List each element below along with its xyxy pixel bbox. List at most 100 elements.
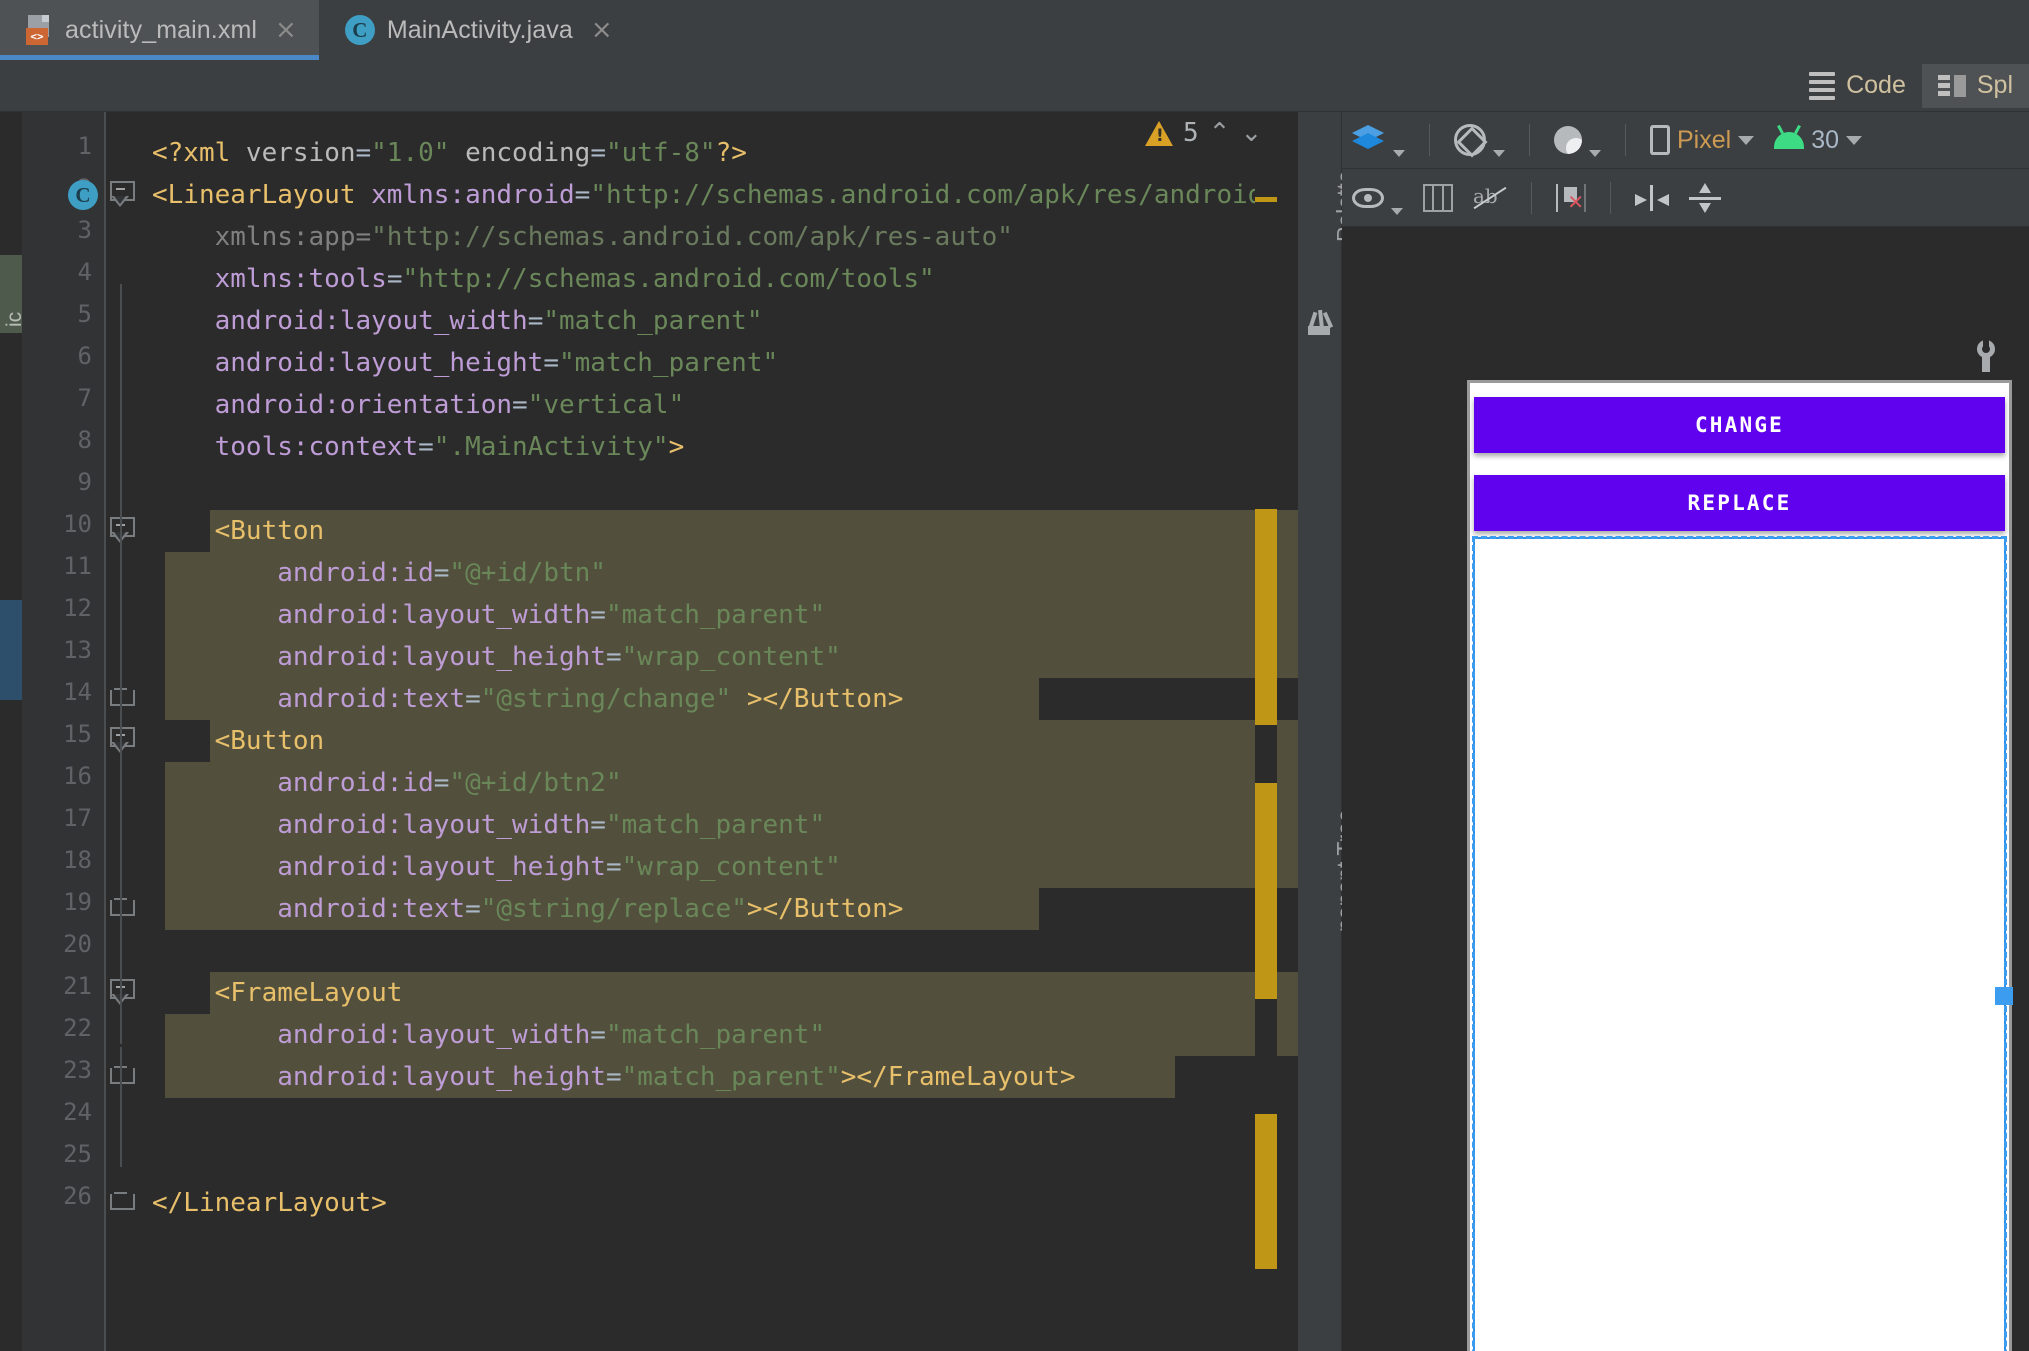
code-token: xmlns:android — [371, 180, 575, 210]
code-line: xmlns:app="http://schemas.android.com/ap… — [152, 216, 1013, 258]
error-stripe-marker[interactable] — [1255, 783, 1277, 999]
view-mode-label: Code — [1846, 71, 1906, 99]
code-token: = — [433, 558, 450, 588]
prev-problem-icon[interactable]: ⌃ — [1209, 118, 1231, 148]
line-number: 3 — [77, 216, 92, 244]
editor-code-area[interactable]: <?xml version="1.0" encoding="utf-8"?> <L… — [152, 112, 1360, 1351]
code-token: = — [590, 810, 606, 840]
code-token: android:layout_width — [152, 600, 591, 630]
code-line: android:layout_height="match_parent"></F… — [152, 1056, 1075, 1098]
design-toolbar-secondary: ab ✕ — [1342, 169, 2029, 227]
device-selector-button[interactable]: Pixel — [1640, 117, 1764, 163]
error-stripe-marker[interactable] — [1255, 197, 1277, 202]
fold-collapse-icon[interactable] — [110, 181, 135, 207]
code-token: "http://schemas.android.com/tools" — [402, 264, 935, 294]
view-mode-label: Spl — [1976, 71, 2013, 99]
code-token: android:layout_width — [152, 810, 591, 840]
close-icon[interactable]: × — [591, 17, 613, 43]
design-preview-surface[interactable]: CHANGE REPLACE CSDN @Double ◔ — [1342, 227, 2029, 1351]
code-line: android:layout_width="match_parent" — [152, 1014, 825, 1056]
device-preview[interactable]: CHANGE REPLACE CSDN @Double ◔ — [1467, 380, 2013, 1351]
class-marker-icon[interactable]: C — [68, 180, 98, 210]
design-surface-mode-button[interactable] — [1342, 117, 1415, 163]
code-token: "match_parent" — [543, 306, 763, 336]
design-toolbar-primary: Pixel 30 — [1342, 112, 2029, 169]
preview-button-replace[interactable]: REPLACE — [1474, 475, 2005, 531]
layers-icon — [1352, 125, 1386, 155]
toggle-blueprint-text-button[interactable]: ab — [1463, 175, 1517, 221]
code-token: android:layout_height — [152, 1062, 606, 1092]
tab-label: MainActivity.java — [386, 15, 573, 44]
api-level-button[interactable]: 30 — [1764, 117, 1872, 163]
error-stripe-marker[interactable] — [1255, 509, 1277, 725]
close-icon[interactable]: × — [275, 17, 297, 43]
code-token: = — [605, 1062, 622, 1092]
code-token: = — [605, 642, 622, 672]
code-editor[interactable]: 12C3456789101112131415161718192021222324… — [22, 112, 1360, 1351]
line-number: 8 — [77, 426, 92, 454]
surface-right-rail — [2019, 227, 2029, 1351]
preview-button-change[interactable]: CHANGE — [1474, 397, 2005, 453]
code-token: ?> — [715, 138, 747, 168]
align-vertical-icon — [1689, 182, 1721, 213]
next-problem-icon[interactable]: ⌄ — [1240, 118, 1262, 148]
line-number: 23 — [63, 1056, 92, 1084]
code-line: android:layout_height="wrap_content" — [152, 636, 841, 678]
align-horizontal-button[interactable] — [1625, 175, 1679, 221]
chevron-down-icon — [1493, 150, 1505, 157]
line-number: 25 — [63, 1140, 92, 1168]
ab-strikethrough-icon: ab — [1473, 184, 1507, 212]
orientation-toggle-button[interactable] — [1444, 117, 1515, 163]
resize-handle-right[interactable] — [1995, 986, 2013, 1005]
tab-palette[interactable]: Palette — [1298, 170, 1358, 442]
theme-selector-button[interactable] — [1544, 117, 1611, 163]
tab-mainactivity-java[interactable]: C MainActivity.java × — [319, 0, 635, 60]
code-token: xmlns:tools — [152, 264, 387, 294]
code-token: = — [433, 768, 450, 798]
toggle-issue-panel-button[interactable]: ✕ — [1546, 175, 1596, 221]
preview-frame-layout[interactable] — [1472, 536, 2013, 1351]
sidebar-item-structure[interactable] — [0, 600, 22, 700]
code-line: <Button — [152, 720, 325, 762]
code-token: android:layout_width — [152, 1020, 591, 1050]
editor-error-stripe[interactable] — [1255, 112, 1277, 1351]
code-token: <?xml — [152, 138, 246, 168]
code-token: android:text — [152, 684, 466, 714]
tab-component-tree[interactable]: ponent Tree — [1298, 809, 1358, 1212]
line-number: 11 — [63, 552, 92, 580]
code-line: android:orientation="vertical" — [152, 384, 685, 426]
line-number: 14 — [63, 678, 92, 706]
theme-circle-icon — [1554, 126, 1582, 154]
code-line: <LinearLayout xmlns:android="http://sche… — [152, 174, 1279, 216]
line-number: 13 — [63, 636, 92, 664]
design-tool-tabs: Palette ponent Tree — [1298, 112, 1358, 1351]
code-line: <FrameLayout — [152, 972, 403, 1014]
code-token: ".MainActivity" — [433, 432, 669, 462]
code-token: <Button — [152, 726, 325, 756]
code-line: android:layout_width="match_parent" — [152, 594, 825, 636]
editor-gutter[interactable]: 12C3456789101112131415161718192021222324… — [22, 112, 104, 1351]
code-token: "match_parent" — [621, 1062, 841, 1092]
rotate-device-icon — [1454, 124, 1486, 156]
view-mode-split[interactable]: Spl — [1921, 63, 2029, 108]
tab-activity-main-xml[interactable]: <> activity_main.xml × — [0, 0, 319, 60]
error-stripe-marker[interactable] — [1255, 1114, 1277, 1269]
sidebar-item-resource-manager[interactable]: ic — [0, 255, 22, 333]
fold-end-icon[interactable] — [110, 1192, 135, 1214]
line-number: 20 — [63, 930, 92, 958]
align-vertical-button[interactable] — [1679, 175, 1731, 221]
tab-label: activity_main.xml — [65, 15, 258, 44]
inspection-widget[interactable]: 5 ⌃ ⌄ — [1145, 118, 1262, 148]
line-number: 5 — [77, 300, 92, 328]
line-number: 15 — [63, 720, 92, 748]
code-token: "match_parent" — [605, 600, 826, 630]
code-line: <?xml version="1.0" encoding="utf-8"?> — [152, 132, 747, 174]
code-token: android:layout_height — [152, 852, 606, 882]
view-mode-code[interactable]: Code — [1793, 64, 1922, 108]
code-token: "wrap_content" — [621, 852, 841, 882]
view-options-button[interactable] — [1342, 175, 1413, 221]
wrench-icon[interactable] — [1973, 339, 1999, 372]
code-line: <Button — [152, 510, 325, 552]
layout-columns-button[interactable] — [1413, 175, 1463, 221]
